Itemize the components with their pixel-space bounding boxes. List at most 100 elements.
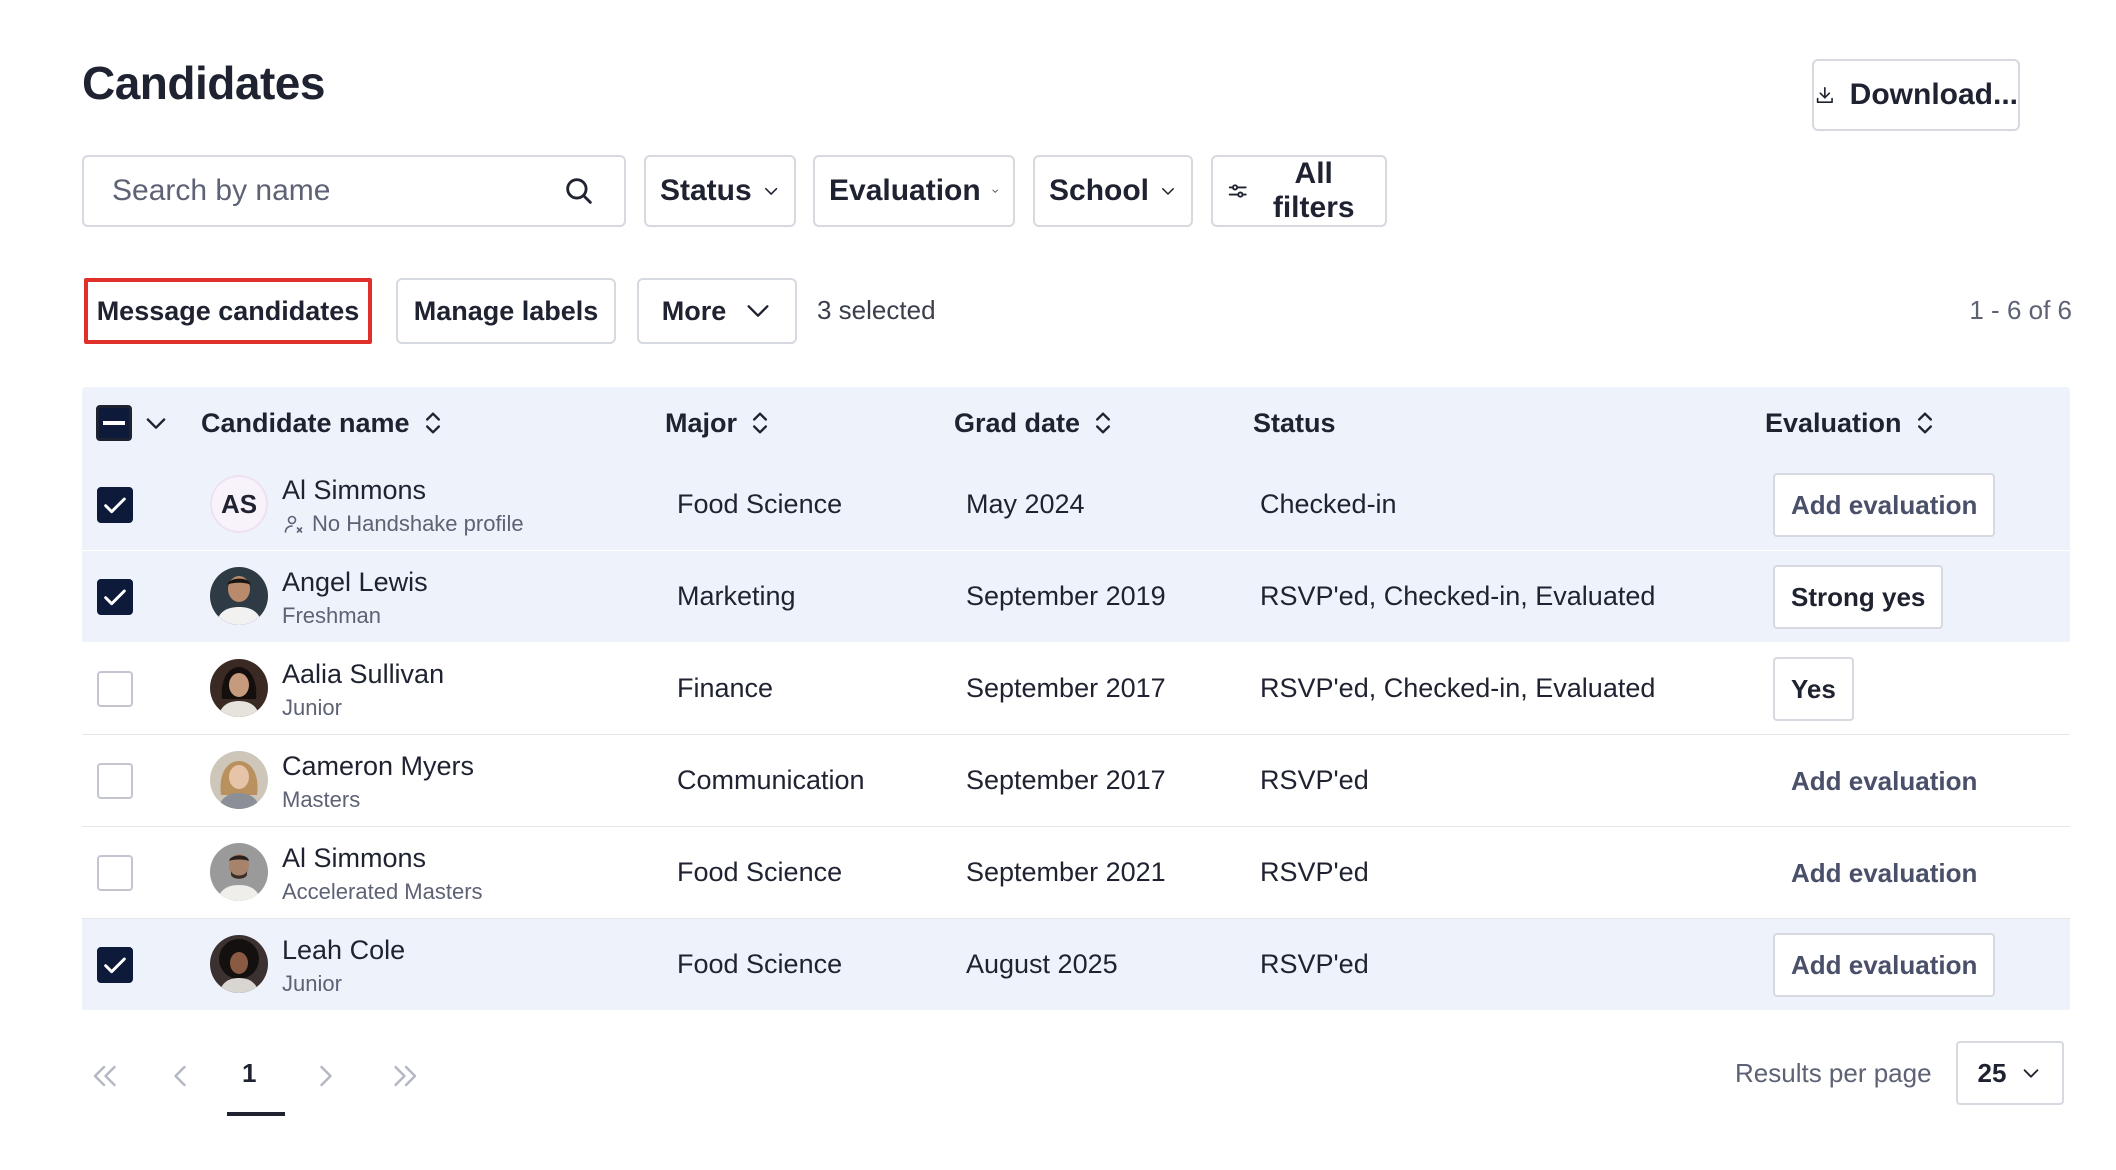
chevron-down-icon — [747, 305, 769, 317]
row-checkbox[interactable] — [97, 855, 133, 891]
selected-count: 3 selected — [817, 295, 936, 325]
sort-icon — [425, 412, 440, 434]
download-button[interactable]: Download... — [1812, 59, 2020, 131]
avatar — [210, 843, 268, 901]
candidate-subtitle: Junior — [282, 971, 342, 996]
add-evaluation-button[interactable]: Add evaluation — [1773, 933, 1996, 997]
check-icon — [104, 589, 126, 606]
candidate-name[interactable]: Aalia Sullivan — [282, 659, 444, 690]
evaluation-button[interactable]: Strong yes — [1773, 565, 1944, 629]
column-candidate-name[interactable]: Candidate name — [201, 387, 444, 459]
column-evaluation[interactable]: Evaluation — [1765, 387, 1936, 459]
message-candidates-button[interactable]: Message candidates — [84, 278, 372, 344]
search-icon[interactable] — [562, 174, 596, 208]
row-checkbox[interactable] — [97, 671, 133, 707]
all-filters-button[interactable]: All filters — [1211, 155, 1387, 227]
school-filter[interactable]: School — [1033, 155, 1193, 227]
status-filter-label: Status — [660, 174, 752, 207]
status-cell: RSVP'ed — [1260, 949, 1369, 979]
download-icon — [1816, 86, 1833, 104]
row-checkbox[interactable] — [97, 487, 133, 523]
sliders-icon — [1228, 184, 1247, 198]
avatar — [210, 935, 268, 993]
search-box — [82, 155, 626, 227]
select-all-checkbox[interactable] — [96, 405, 132, 441]
evaluation-filter-label: Evaluation — [829, 174, 981, 207]
avatar — [210, 659, 268, 717]
column-label: Grad date — [954, 407, 1081, 438]
more-button[interactable]: More — [637, 278, 797, 344]
current-page-indicator — [227, 1112, 285, 1116]
next-page-button[interactable] — [308, 1058, 344, 1094]
row-checkbox[interactable] — [97, 947, 133, 983]
chevrons-left-icon — [93, 1065, 116, 1087]
table-row[interactable]: Leah Cole Junior Food Science August 202… — [82, 919, 2070, 1011]
candidate-name[interactable]: Al Simmons — [282, 843, 426, 874]
results-per-page-select[interactable]: 25 — [1956, 1041, 2064, 1105]
download-label: Download... — [1849, 78, 2018, 111]
candidates-table: Candidate name Major Grad date Status Ev… — [82, 387, 2070, 1011]
school-filter-label: School — [1049, 174, 1150, 207]
manage-labels-button[interactable]: Manage labels — [396, 278, 616, 344]
chevron-down-icon — [2024, 1069, 2039, 1078]
candidate-name[interactable]: Leah Cole — [282, 935, 405, 966]
column-label: Status — [1253, 407, 1336, 438]
grad-date-cell: August 2025 — [966, 949, 1118, 979]
major-cell: Marketing — [677, 581, 796, 611]
more-label: More — [661, 295, 727, 326]
search-input[interactable] — [112, 174, 562, 208]
row-checkbox[interactable] — [97, 579, 133, 615]
user-x-icon — [284, 515, 303, 533]
table-row[interactable]: Cameron Myers Masters Communication Sept… — [82, 735, 2070, 827]
column-label: Candidate name — [201, 407, 410, 438]
status-filter[interactable]: Status — [644, 155, 796, 227]
grad-date-cell: September 2017 — [966, 673, 1166, 703]
table-row[interactable]: AS Al Simmons No Handshake profile Food … — [82, 459, 2070, 551]
check-icon — [104, 957, 126, 974]
add-evaluation-button[interactable]: Add evaluation — [1773, 473, 1996, 537]
column-label: Major — [665, 407, 738, 438]
major-cell: Food Science — [677, 489, 843, 519]
grad-date-cell: September 2021 — [966, 857, 1166, 887]
sort-icon — [753, 412, 768, 434]
add-evaluation-button[interactable]: Add evaluation — [1773, 841, 1995, 905]
avatar: AS — [210, 475, 268, 533]
chevron-down-icon — [764, 187, 777, 195]
first-page-button[interactable] — [86, 1058, 122, 1094]
candidate-subtitle: Masters — [282, 787, 361, 812]
chevron-right-icon — [320, 1065, 332, 1087]
candidate-name[interactable]: Angel Lewis — [282, 567, 428, 598]
candidate-name[interactable]: Cameron Myers — [282, 751, 474, 782]
add-evaluation-button[interactable]: Add evaluation — [1773, 749, 1995, 813]
candidate-subtitle: No Handshake profile — [282, 511, 524, 537]
all-filters-label: All filters — [1272, 157, 1355, 224]
last-page-button[interactable] — [388, 1058, 424, 1094]
status-cell: RSVP'ed — [1260, 857, 1369, 887]
candidate-subtitle: Junior — [282, 695, 342, 720]
previous-page-button[interactable] — [162, 1058, 198, 1094]
table-row[interactable]: Angel Lewis Freshman Marketing September… — [82, 551, 2070, 643]
major-cell: Communication — [677, 765, 865, 795]
column-status: Status — [1253, 387, 1336, 459]
chevron-down-icon[interactable] — [142, 409, 170, 437]
sort-icon — [1096, 412, 1111, 434]
candidate-name[interactable]: Al Simmons — [282, 475, 426, 506]
table-row[interactable]: Aalia Sullivan Junior Finance September … — [82, 643, 2070, 735]
results-per-page-label: Results per page — [1735, 1058, 1932, 1088]
evaluation-button[interactable]: Yes — [1773, 657, 1854, 721]
column-grad-date[interactable]: Grad date — [954, 387, 1114, 459]
results-range: 1 - 6 of 6 — [1969, 295, 2072, 325]
candidate-subtitle: Accelerated Masters — [282, 879, 483, 904]
chevron-down-icon — [992, 189, 998, 193]
status-cell: RSVP'ed, Checked-in, Evaluated — [1260, 673, 1656, 703]
page-title: Candidates — [82, 57, 325, 109]
evaluation-filter[interactable]: Evaluation — [813, 155, 1015, 227]
table-row[interactable]: Al Simmons Accelerated Masters Food Scie… — [82, 827, 2070, 919]
row-checkbox[interactable] — [97, 763, 133, 799]
column-major[interactable]: Major — [665, 387, 771, 459]
avatar — [210, 751, 268, 809]
chevron-left-icon — [174, 1065, 186, 1087]
status-cell: Checked-in — [1260, 489, 1397, 519]
major-cell: Food Science — [677, 857, 843, 887]
current-page[interactable]: 1 — [242, 1058, 256, 1089]
